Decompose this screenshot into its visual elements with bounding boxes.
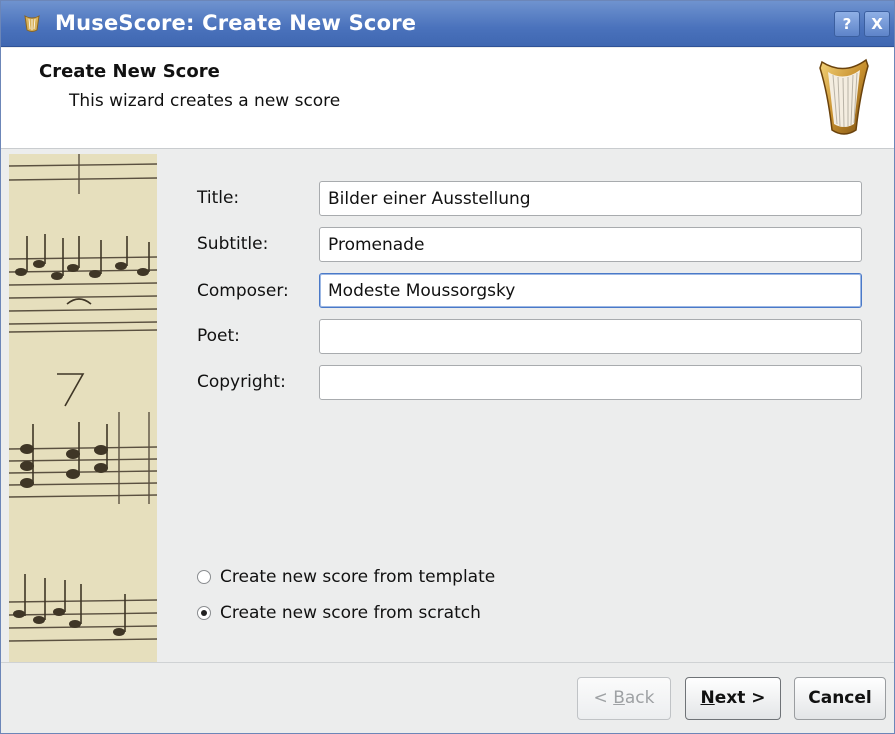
template-radio[interactable]	[197, 570, 211, 584]
footer-divider	[1, 662, 894, 663]
composer-label: Composer:	[197, 281, 289, 301]
back-button-mnemonic: B	[613, 688, 625, 708]
copyright-label: Copyright:	[197, 372, 286, 392]
subtitle-input[interactable]	[319, 227, 862, 262]
scratch-radio[interactable]	[197, 606, 211, 620]
scratch-option[interactable]: Create new score from scratch	[197, 601, 481, 625]
title-label: Title:	[197, 188, 240, 208]
poet-label: Poet:	[197, 326, 240, 346]
next-button-mnemonic: N	[700, 688, 715, 708]
template-option[interactable]: Create new score from template	[197, 565, 495, 589]
cancel-button[interactable]: Cancel	[794, 677, 886, 720]
close-button[interactable]: X	[864, 11, 890, 37]
wizard-header: Create New Score This wizard creates a n…	[1, 48, 894, 149]
harp-logo	[819, 58, 869, 135]
title-input[interactable]	[319, 181, 862, 216]
next-button[interactable]: Next >	[685, 677, 781, 720]
composer-input[interactable]	[319, 273, 862, 308]
page-subtitle: This wizard creates a new score	[69, 91, 341, 111]
poet-input[interactable]	[319, 319, 862, 354]
template-option-label: Create new score from template	[220, 567, 496, 587]
help-button[interactable]: ?	[834, 11, 860, 37]
harp-icon	[24, 15, 40, 32]
back-button-rest: ack	[624, 688, 655, 708]
back-button[interactable]: < Back	[577, 677, 671, 720]
next-button-rest: ext >	[714, 688, 766, 708]
back-button-prefix: <	[593, 688, 614, 708]
scratch-option-label: Create new score from scratch	[220, 603, 481, 623]
copyright-input[interactable]	[319, 365, 862, 400]
page-title: Create New Score	[39, 61, 220, 82]
sheet-music-image	[9, 154, 157, 662]
subtitle-label: Subtitle:	[197, 234, 269, 254]
wizard-window: MuseScore: Create New Score ? X Create N…	[0, 0, 895, 734]
title-bar[interactable]: MuseScore: Create New Score ? X	[1, 1, 894, 47]
window-title: MuseScore: Create New Score	[55, 11, 417, 35]
